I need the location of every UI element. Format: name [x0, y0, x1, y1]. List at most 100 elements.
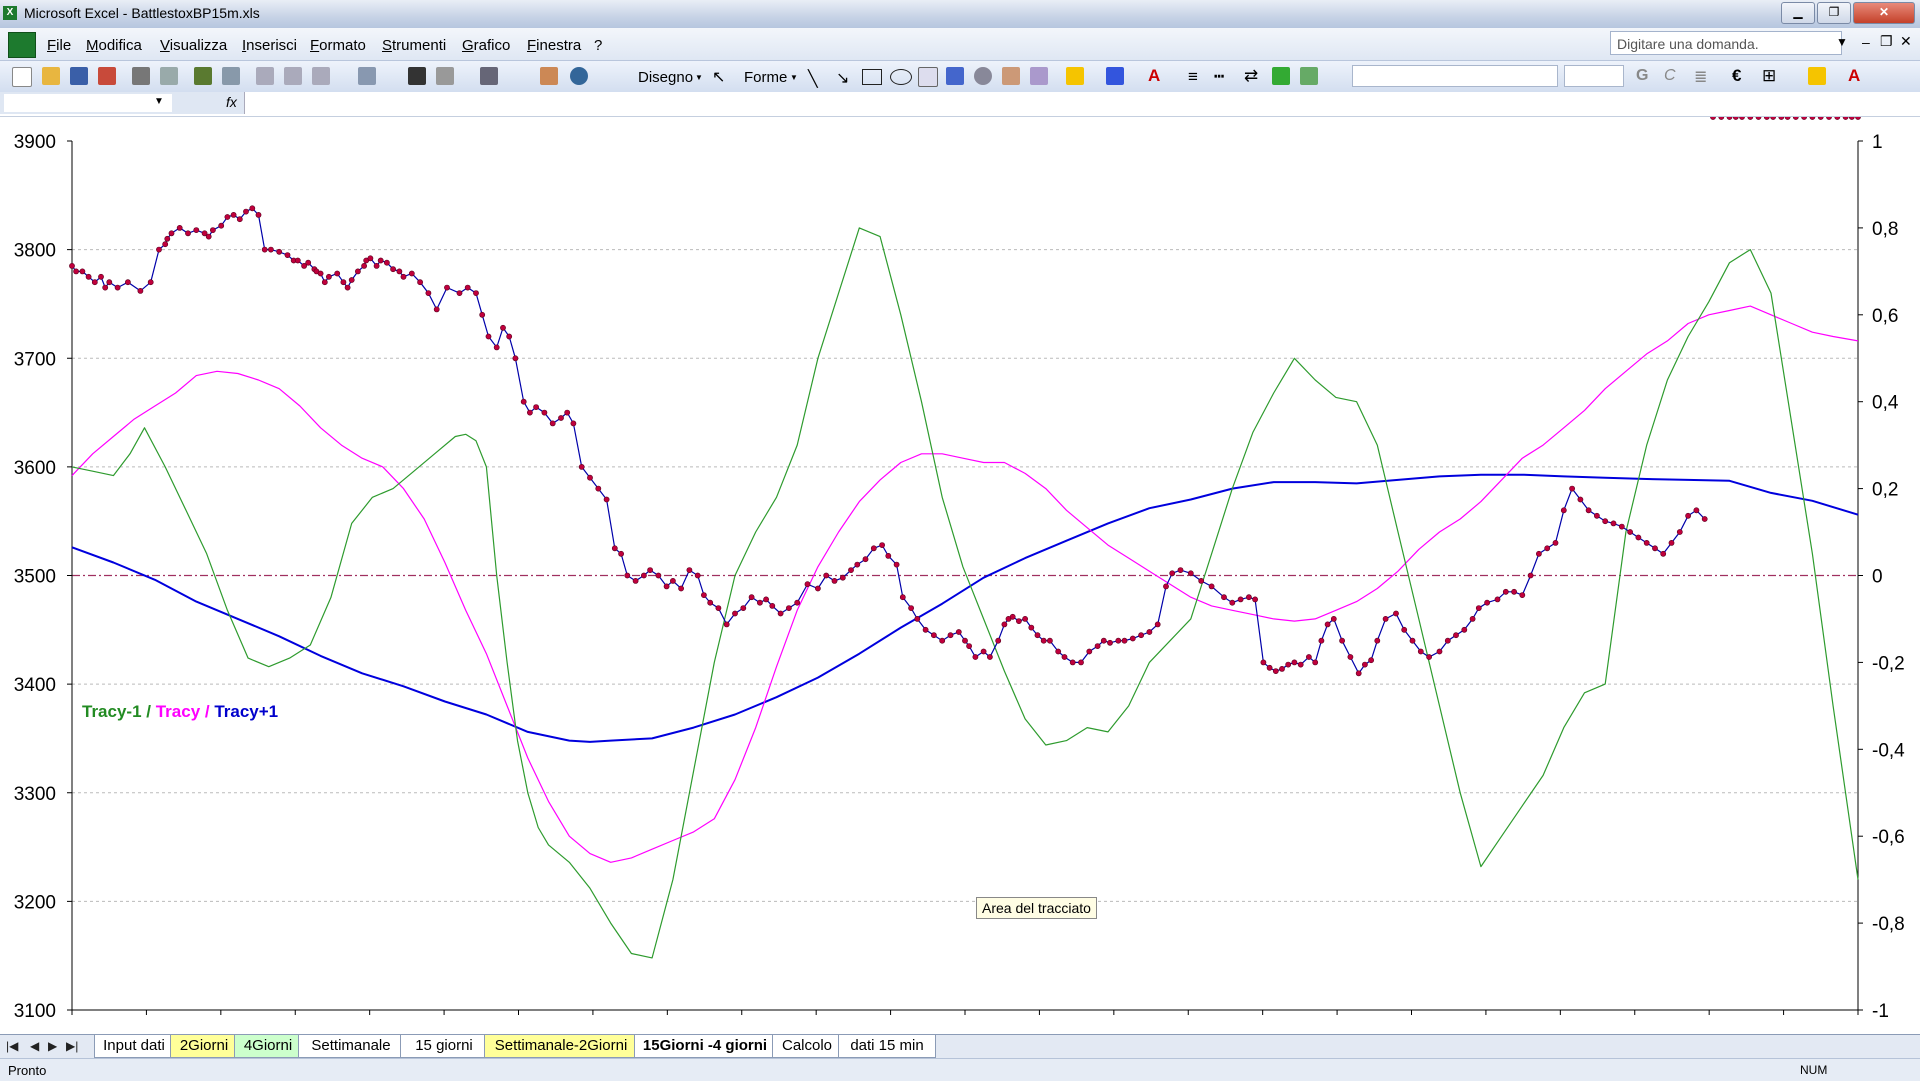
cut-icon[interactable]	[256, 67, 274, 85]
menu-strumenti[interactable]: Strumenti	[382, 37, 446, 54]
doc-close-icon[interactable]: ✕	[1900, 33, 1912, 50]
bold-icon[interactable]: G	[1636, 67, 1648, 85]
disegno-menu[interactable]: Disegno	[638, 69, 693, 86]
menu-finestra[interactable]: Finestra	[527, 37, 581, 54]
price-marker	[564, 409, 571, 416]
first-sheet-icon[interactable]: |◀	[6, 1039, 18, 1053]
prev-sheet-icon[interactable]: ◀	[30, 1039, 39, 1053]
price-marker	[164, 235, 171, 242]
hyperlink-icon[interactable]	[408, 67, 426, 85]
sheet-tab-2[interactable]: 4Giorni	[234, 1035, 302, 1058]
chart-area[interactable]: 3900 3800 3700 3600 3500 3400 3300 3200 3100 1 0,8…	[0, 117, 1920, 1034]
help-search-input[interactable]: Digitare una domanda.	[1610, 31, 1842, 55]
fx-icon[interactable]: fx	[226, 94, 237, 110]
cell-fill-icon[interactable]	[1808, 67, 1826, 85]
font-size-combo[interactable]	[1564, 65, 1624, 87]
price-marker	[1078, 659, 1084, 666]
doc-minimize-icon[interactable]: ‒	[1862, 34, 1870, 50]
copy-icon[interactable]	[284, 67, 302, 85]
minimize-button[interactable]: ▁	[1781, 2, 1815, 24]
print-icon[interactable]	[132, 67, 150, 85]
arrow-style-icon[interactable]: ⇄	[1244, 66, 1258, 86]
line-style-icon[interactable]: ≡	[1188, 67, 1198, 87]
help-dropdown-icon[interactable]: ▼	[1836, 35, 1848, 49]
disegno-dropdown-icon[interactable]: ▼	[695, 73, 703, 82]
print-preview-icon[interactable]	[160, 67, 178, 85]
sheet-tab-1[interactable]: 2Giorni	[170, 1035, 238, 1058]
menu-file[interactable]: File	[47, 37, 71, 54]
italic-icon[interactable]: C	[1664, 67, 1676, 85]
price-marker	[156, 246, 162, 253]
align-icon[interactable]: ≣	[1694, 67, 1707, 87]
series-line-price	[71, 207, 1706, 675]
legend-tracy-minus-1: Tracy-1	[82, 702, 142, 721]
workbook-icon[interactable]	[8, 32, 36, 58]
rectangle-icon[interactable]	[862, 69, 882, 85]
sheet-tab-8[interactable]: dati 15 min	[838, 1035, 936, 1058]
last-sheet-icon[interactable]: ▶|	[66, 1039, 78, 1053]
price-marker	[1718, 117, 1725, 120]
dash-style-icon[interactable]: ┅	[1214, 67, 1224, 87]
price-marker	[1577, 496, 1584, 503]
price-marker	[137, 287, 144, 294]
shadow-icon[interactable]	[1272, 67, 1290, 85]
sheet-tab-0[interactable]: Input dati	[94, 1035, 174, 1058]
euro-icon[interactable]: €	[1732, 66, 1741, 86]
price-marker	[1154, 621, 1161, 628]
fill-color-icon[interactable]	[1066, 67, 1084, 85]
y-right-tick-label: -0,2	[1872, 653, 1905, 674]
sheet-tab-6[interactable]: 15Giorni -4 giorni	[634, 1035, 776, 1058]
cell-font-color-icon[interactable]: A	[1848, 66, 1860, 86]
doc-restore-icon[interactable]: ❐	[1880, 33, 1893, 50]
wordart-icon[interactable]	[946, 67, 964, 85]
picture-icon[interactable]	[1030, 67, 1048, 85]
menu-help[interactable]: ?	[594, 37, 602, 54]
sort-icon[interactable]	[480, 67, 498, 85]
name-box-dropdown-icon[interactable]: ▼	[154, 96, 164, 107]
clipart-icon[interactable]	[1002, 67, 1020, 85]
research-icon[interactable]	[222, 67, 240, 85]
sum-icon[interactable]	[436, 67, 454, 85]
chart-wizard-icon[interactable]	[540, 67, 558, 85]
new-icon[interactable]	[12, 67, 32, 87]
price-marker	[1834, 117, 1841, 120]
paste-icon[interactable]	[312, 67, 330, 85]
open-icon[interactable]	[42, 67, 60, 85]
menu-inserisci[interactable]: Inserisci	[242, 37, 297, 54]
3d-icon[interactable]	[1300, 67, 1318, 85]
permission-icon[interactable]	[98, 67, 116, 85]
line-icon[interactable]: ╲	[808, 69, 818, 89]
excel-app-icon[interactable]: X	[3, 6, 17, 20]
sheet-tab-5[interactable]: Settimanale-2Giorni	[484, 1035, 638, 1058]
close-button[interactable]: ✕	[1853, 2, 1915, 24]
textbox-icon[interactable]	[918, 67, 938, 87]
next-sheet-icon[interactable]: ▶	[48, 1039, 57, 1053]
menu-visualizza[interactable]: Visualizza	[160, 37, 227, 54]
font-name-combo[interactable]	[1352, 65, 1558, 87]
select-objects-icon[interactable]: ↖	[712, 67, 730, 86]
price-marker	[1291, 659, 1298, 666]
save-icon[interactable]	[70, 67, 88, 85]
sheet-tab-4[interactable]: 15 giorni	[400, 1035, 488, 1058]
forme-dropdown-icon[interactable]: ▼	[790, 73, 798, 82]
price-marker	[995, 637, 1002, 644]
font-color-icon[interactable]: A	[1148, 66, 1160, 86]
diagram-icon[interactable]	[974, 67, 992, 85]
menu-formato[interactable]: Formato	[310, 37, 366, 54]
line-color-icon[interactable]	[1106, 67, 1124, 85]
arrow-icon[interactable]: ↘	[836, 68, 849, 88]
undo-icon[interactable]	[358, 67, 376, 85]
forme-menu[interactable]: Forme	[744, 69, 787, 86]
sheet-tab-7[interactable]: Calcolo	[772, 1035, 842, 1058]
sheet-tab-3[interactable]: Settimanale	[298, 1035, 404, 1058]
borders-icon[interactable]: ⊞	[1762, 66, 1776, 86]
name-box[interactable]	[4, 94, 172, 112]
price-marker	[1635, 534, 1642, 541]
spelling-icon[interactable]	[194, 67, 212, 85]
price-marker	[408, 270, 415, 277]
help-icon[interactable]	[570, 67, 588, 85]
menu-modifica[interactable]: Modifica	[86, 37, 142, 54]
menu-grafico[interactable]: Grafico	[462, 37, 510, 54]
restore-button[interactable]: ❐	[1817, 2, 1851, 24]
oval-icon[interactable]	[890, 69, 912, 85]
